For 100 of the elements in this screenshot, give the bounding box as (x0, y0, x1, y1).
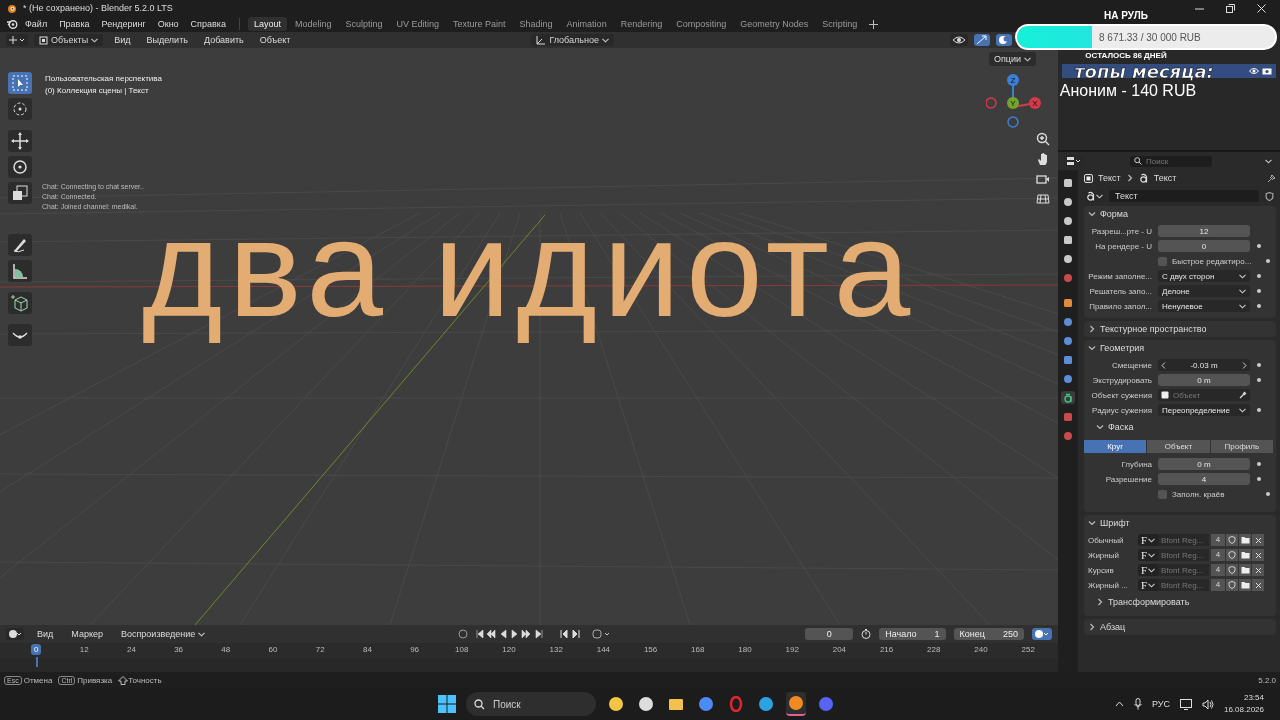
shield-icon[interactable] (1226, 564, 1238, 576)
sync-icon[interactable] (1032, 628, 1052, 640)
restore-icon[interactable] (1226, 3, 1235, 13)
tool-button[interactable] (8, 292, 32, 314)
search-field[interactable]: Поиск (1130, 155, 1212, 167)
chevron-up-icon[interactable] (1114, 701, 1124, 707)
segment-button[interactable]: Профиль (1210, 440, 1273, 453)
tool-button[interactable] (8, 72, 32, 94)
tool-button[interactable] (8, 182, 32, 204)
chevron-icon[interactable] (1088, 623, 1096, 631)
start-icon[interactable] (438, 695, 456, 713)
segment-button[interactable]: Круг (1084, 440, 1147, 453)
panel-header[interactable]: Шрифт (1084, 515, 1276, 531)
keyframe-dot-icon[interactable] (1266, 259, 1270, 263)
workspace-tab[interactable]: UV Editing (390, 17, 446, 31)
workspace-tab[interactable]: Texture Paint (447, 17, 512, 31)
visibility-icon[interactable] (950, 34, 968, 46)
datablock-name-field[interactable]: Текст (1109, 190, 1259, 202)
app-logo-icon[interactable] (6, 18, 18, 30)
workspace-tab[interactable]: Compositing (670, 17, 733, 31)
folder-icon[interactable] (1239, 579, 1251, 591)
mode-dropdown[interactable]: Объекты (34, 34, 104, 46)
workspace-tab[interactable]: Shading (513, 17, 559, 31)
subpanel-header[interactable]: Трансформировать (1084, 594, 1276, 610)
editor-type-button[interactable] (6, 34, 28, 46)
panel-header[interactable]: Форма (1084, 206, 1276, 222)
keyframe-dot-icon[interactable] (1257, 304, 1261, 308)
menu-item[interactable]: Справка (185, 17, 231, 31)
chevron-icon[interactable] (1096, 598, 1104, 606)
workspace-tab[interactable]: Geometry Nodes (734, 17, 815, 31)
menu-item[interactable]: Добавить (198, 33, 249, 47)
menu-item[interactable]: Правка (54, 17, 95, 31)
font-browse-button[interactable]: F (1138, 549, 1158, 561)
chevron-icon[interactable] (1088, 210, 1096, 218)
tool-button[interactable] (8, 156, 32, 178)
eyedropper-icon[interactable] (1239, 391, 1247, 399)
start-frame-field[interactable]: Начало 1 (879, 628, 946, 640)
text-data-icon[interactable] (1061, 391, 1075, 404)
chevron-icon[interactable] (1088, 344, 1096, 352)
hand-icon[interactable] (1036, 152, 1050, 166)
number-field[interactable]: 0 (1158, 240, 1250, 252)
menu-item[interactable]: Воспроизведение (115, 627, 211, 641)
workspace-tab[interactable]: Sculpting (339, 17, 389, 31)
number-field[interactable]: 0 m (1158, 374, 1250, 386)
close-icon[interactable] (1252, 579, 1264, 591)
panel-header[interactable]: Абзац (1084, 619, 1276, 635)
keyframe-dot-icon[interactable] (1257, 244, 1261, 248)
text-object[interactable]: два идиота (142, 191, 917, 345)
overlay-toggle-icon[interactable] (996, 34, 1012, 46)
workspace-tab[interactable]: Animation (560, 17, 613, 31)
number-field[interactable]: 4 (1158, 473, 1250, 485)
clock-date[interactable]: 16.08.2026 (1223, 704, 1264, 716)
panel-header[interactable]: Геометрия (1084, 340, 1276, 356)
font-browse-button[interactable]: F (1138, 534, 1158, 546)
tool-button[interactable] (8, 324, 32, 346)
folder-icon[interactable] (1239, 549, 1251, 561)
taskbar-search-field[interactable]: Поиск (466, 692, 596, 716)
menu-item[interactable]: Вид (109, 33, 136, 47)
breadcrumb-separator-icon[interactable] (1125, 174, 1134, 182)
panel-header[interactable]: Текстурное пространство (1084, 321, 1276, 337)
clock-time[interactable]: 23:54 (1223, 692, 1264, 704)
tool-button[interactable] (8, 260, 32, 282)
tool-button[interactable] (8, 130, 32, 152)
language-indicator[interactable]: РУС (1151, 699, 1170, 709)
grid-icon[interactable] (1036, 192, 1050, 206)
font-browse-button[interactable]: F (1138, 564, 1158, 576)
segment-button[interactable]: Объект (1147, 440, 1210, 453)
chevron-icon[interactable] (1088, 325, 1096, 333)
number-field[interactable]: -0.03 m (1158, 359, 1250, 371)
shield-icon[interactable] (1226, 549, 1238, 561)
number-field[interactable]: 12 (1158, 225, 1250, 237)
workspace-tab[interactable]: Rendering (614, 17, 669, 31)
menu-item[interactable]: Окно (152, 17, 184, 31)
folder-icon[interactable] (1239, 534, 1251, 546)
shield-icon[interactable] (1226, 579, 1238, 591)
menu-item[interactable]: Маркер (66, 627, 108, 641)
orientation-dropdown[interactable]: Глобальное (531, 34, 614, 46)
keyframe-dot-icon[interactable] (1257, 462, 1261, 466)
workspace-tab[interactable]: Scripting (816, 17, 864, 31)
dropdown[interactable]: Ненулевое (1158, 300, 1250, 312)
record-icon[interactable] (458, 629, 469, 639)
keyframe-dot-icon[interactable] (1257, 363, 1261, 367)
menu-item[interactable]: Вид (32, 627, 59, 641)
add-icon[interactable] (869, 19, 879, 29)
menu-item[interactable]: Выделить (141, 33, 193, 47)
chevron-icon[interactable] (1096, 423, 1104, 431)
number-field[interactable]: 0 m (1158, 458, 1250, 470)
user-count[interactable]: 4 (1211, 579, 1225, 591)
shield-icon[interactable] (1263, 190, 1276, 202)
close-icon[interactable] (1252, 549, 1264, 561)
folder-icon[interactable] (1239, 564, 1251, 576)
options-dropdown[interactable]: Опции (988, 52, 1036, 66)
shield-icon[interactable] (1226, 534, 1238, 546)
close-icon[interactable] (1252, 564, 1264, 576)
menu-item[interactable]: Файл (20, 17, 53, 31)
navigation-gizmo[interactable]: Z Y X (986, 72, 1046, 128)
workspace-tab[interactable]: Modeling (288, 17, 338, 31)
tool-button[interactable] (8, 234, 32, 256)
user-count[interactable]: 4 (1211, 564, 1225, 576)
dropdown[interactable]: Делоне (1158, 285, 1250, 297)
